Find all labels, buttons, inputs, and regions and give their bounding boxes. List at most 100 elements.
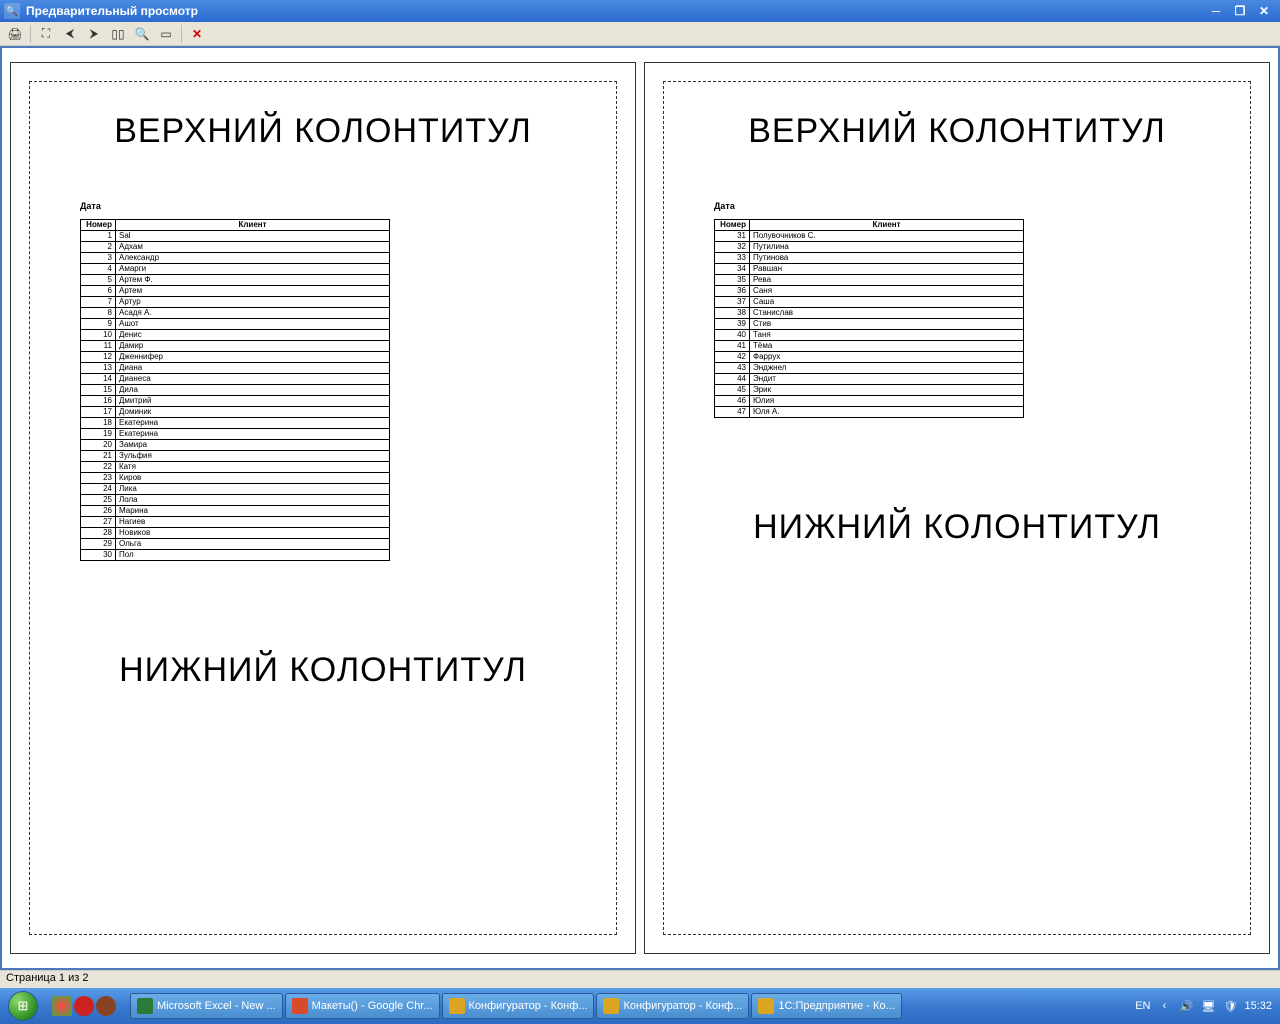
- cell-number: 9: [81, 319, 116, 330]
- cell-client: Зульфия: [115, 451, 389, 462]
- cell-client: Лика: [115, 484, 389, 495]
- cell-number: 1: [81, 231, 116, 242]
- tray-volume-icon[interactable]: 🔊: [1178, 998, 1194, 1014]
- cell-client: Доминик: [115, 407, 389, 418]
- prev-page-button[interactable]: ⮜: [59, 24, 81, 44]
- table-row: 42Фаррух: [715, 352, 1024, 363]
- table-row: 20Замира: [81, 440, 390, 451]
- maximize-button[interactable]: ❐: [1228, 2, 1252, 20]
- table-row: 25Лола: [81, 495, 390, 506]
- paper-area[interactable]: ВЕРХНИЙ КОЛОНТИТУЛ Дата Номер Клиент 1Sa…: [2, 48, 1278, 968]
- table-row: 5Артем Ф.: [81, 275, 390, 286]
- taskbar-item[interactable]: Макеты() - Google Chr...: [285, 993, 440, 1019]
- cell-client: Ольга: [115, 539, 389, 550]
- ql-app-icon[interactable]: [96, 996, 116, 1016]
- cell-client: Ашот: [115, 319, 389, 330]
- ql-chrome-icon[interactable]: [52, 996, 72, 1016]
- tray-shield-icon[interactable]: 🛡: [1222, 998, 1238, 1014]
- page-footer: НИЖНИЙ КОЛОНТИТУЛ: [80, 651, 566, 690]
- cell-client: Рева: [749, 275, 1023, 286]
- taskbar-item[interactable]: Microsoft Excel - New ...: [130, 993, 283, 1019]
- close-preview-button[interactable]: ✕: [186, 24, 208, 44]
- taskbar-item-icon: [758, 998, 774, 1014]
- cell-number: 10: [81, 330, 116, 341]
- cell-client: Полувочников С.: [749, 231, 1023, 242]
- cell-number: 37: [715, 297, 750, 308]
- cell-client: Фаррух: [749, 352, 1023, 363]
- table-row: 46Юлия: [715, 396, 1024, 407]
- cell-client: Адхам: [115, 242, 389, 253]
- table-row: 36Саня: [715, 286, 1024, 297]
- fit-page-button[interactable]: ⛶: [35, 24, 57, 44]
- clock[interactable]: 15:32: [1244, 1000, 1272, 1012]
- cell-number: 26: [81, 506, 116, 517]
- taskbar-item[interactable]: 1С:Предприятие - Ко...: [751, 993, 901, 1019]
- next-page-button[interactable]: ⮞: [83, 24, 105, 44]
- cell-number: 42: [715, 352, 750, 363]
- cell-client: Дмитрий: [115, 396, 389, 407]
- cell-number: 35: [715, 275, 750, 286]
- start-button[interactable]: ⊞: [0, 988, 46, 1024]
- cell-number: 41: [715, 341, 750, 352]
- cell-number: 15: [81, 385, 116, 396]
- cell-client: Артур: [115, 297, 389, 308]
- cell-number: 46: [715, 396, 750, 407]
- statusbar: Страница 1 из 2: [0, 970, 1280, 988]
- language-indicator[interactable]: EN: [1135, 1000, 1150, 1012]
- table-row: 15Дила: [81, 385, 390, 396]
- cell-client: Эндит: [749, 374, 1023, 385]
- close-button[interactable]: ✕: [1252, 2, 1276, 20]
- table-row: 28Новиков: [81, 528, 390, 539]
- table-row: 18Екатерина: [81, 418, 390, 429]
- table-row: 31Полувочников С.: [715, 231, 1024, 242]
- system-tray: EN ‹ 🔊 🖥 🛡 15:32: [1127, 998, 1280, 1014]
- ql-opera-icon[interactable]: [74, 996, 94, 1016]
- cell-number: 13: [81, 363, 116, 374]
- zoom-out-button[interactable]: ▭: [155, 24, 177, 44]
- cell-number: 11: [81, 341, 116, 352]
- table-row: 17Доминик: [81, 407, 390, 418]
- col-number: Номер: [81, 220, 116, 231]
- minimize-button[interactable]: ─: [1204, 2, 1228, 20]
- taskbar-item[interactable]: Конфигуратор - Конф...: [596, 993, 749, 1019]
- cell-client: Стив: [749, 319, 1023, 330]
- cell-number: 33: [715, 253, 750, 264]
- table-row: 33Путинова: [715, 253, 1024, 264]
- cell-number: 32: [715, 242, 750, 253]
- taskbar-item[interactable]: Конфигуратор - Конф...: [442, 993, 595, 1019]
- cell-number: 28: [81, 528, 116, 539]
- cell-client: Пол: [115, 550, 389, 561]
- cell-client: Екатерина: [115, 429, 389, 440]
- cell-number: 17: [81, 407, 116, 418]
- table-row: 29Ольга: [81, 539, 390, 550]
- tray-arrow-icon[interactable]: ‹: [1156, 998, 1172, 1014]
- tray-network-icon[interactable]: 🖥: [1200, 998, 1216, 1014]
- table-row: 13Диана: [81, 363, 390, 374]
- table-row: 14Дианеса: [81, 374, 390, 385]
- print-button[interactable]: 🖨: [4, 24, 26, 44]
- table-row: 6Артем: [81, 286, 390, 297]
- cell-number: 16: [81, 396, 116, 407]
- two-page-button[interactable]: ▯▯: [107, 24, 129, 44]
- table-row: 30Пол: [81, 550, 390, 561]
- table-row: 24Лика: [81, 484, 390, 495]
- date-label: Дата: [80, 201, 566, 211]
- data-table-2: Номер Клиент 31Полувочников С.32Путилина…: [714, 219, 1024, 418]
- cell-client: Амарги: [115, 264, 389, 275]
- table-row: 9Ашот: [81, 319, 390, 330]
- cell-number: 25: [81, 495, 116, 506]
- cell-client: Тёма: [749, 341, 1023, 352]
- cell-client: Sal: [115, 231, 389, 242]
- cell-number: 20: [81, 440, 116, 451]
- col-number: Номер: [715, 220, 750, 231]
- table-row: 26Марина: [81, 506, 390, 517]
- cell-number: 29: [81, 539, 116, 550]
- cell-client: Марина: [115, 506, 389, 517]
- zoom-in-button[interactable]: 🔍: [131, 24, 153, 44]
- table-row: 45Эрик: [715, 385, 1024, 396]
- cell-client: Артем Ф.: [115, 275, 389, 286]
- cell-number: 7: [81, 297, 116, 308]
- table-row: 1Sal: [81, 231, 390, 242]
- cell-client: Асадя А.: [115, 308, 389, 319]
- cell-client: Лола: [115, 495, 389, 506]
